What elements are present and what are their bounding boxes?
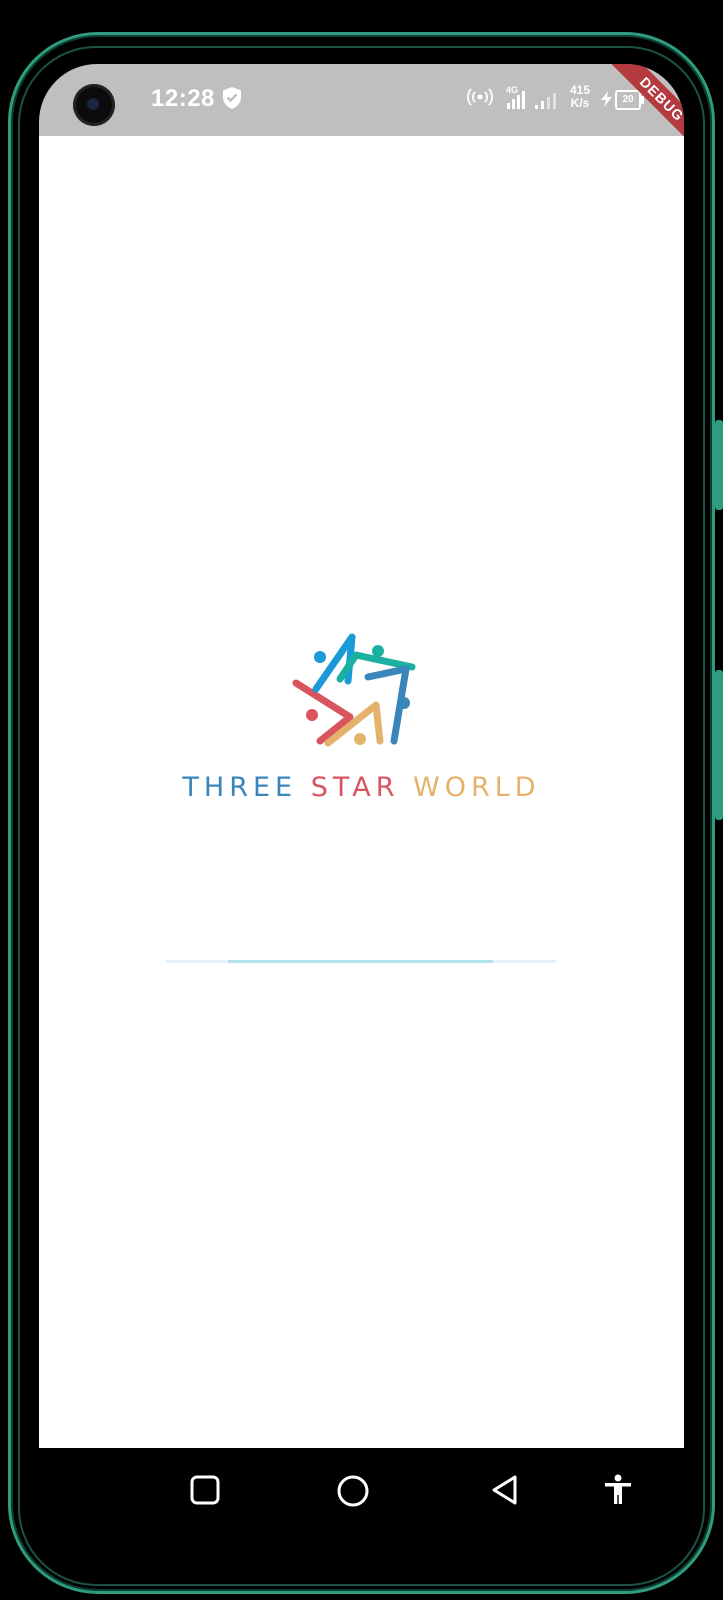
network-speed-unit: K/s [570,96,590,110]
home-button[interactable] [336,1474,370,1508]
loading-progress-fill [227,960,494,963]
shield-icon [223,87,241,109]
status-bar: 12:28 4G 415 K/s 20 DEBUG [39,64,684,153]
accessibility-button[interactable] [603,1474,633,1506]
screen: 12:28 4G 415 K/s 20 DEBUG THREE STAR WOR… [39,64,684,1578]
network-speed: 415 K/s [570,84,590,110]
front-camera [73,84,115,126]
battery-icon: 20 [615,90,644,110]
three-star-world-logo-icon [292,633,416,747]
signal-icon: 4G [506,85,525,109]
brand-name: THREE STAR WORLD [39,772,684,803]
charging-icon [601,91,612,107]
splash-screen: THREE STAR WORLD [39,136,684,1448]
brand-word-star: STAR [310,772,400,803]
brand-word-world: WORLD [413,772,541,803]
power-button [715,670,723,820]
phone-frame: 12:28 4G 415 K/s 20 DEBUG THREE STAR WOR… [0,0,723,1600]
hotspot-icon [467,88,493,106]
signal-4g-indicator: 4G [505,84,529,115]
brand-word-three: THREE [182,772,298,803]
status-time: 12:28 [151,85,215,112]
signal-icon [535,93,556,109]
svg-text:4G: 4G [506,85,518,95]
recent-apps-button[interactable] [189,1474,221,1506]
loading-progress-bar [165,960,556,963]
back-button[interactable] [490,1474,520,1506]
navigation-bar [39,1448,684,1578]
volume-button [715,420,723,510]
